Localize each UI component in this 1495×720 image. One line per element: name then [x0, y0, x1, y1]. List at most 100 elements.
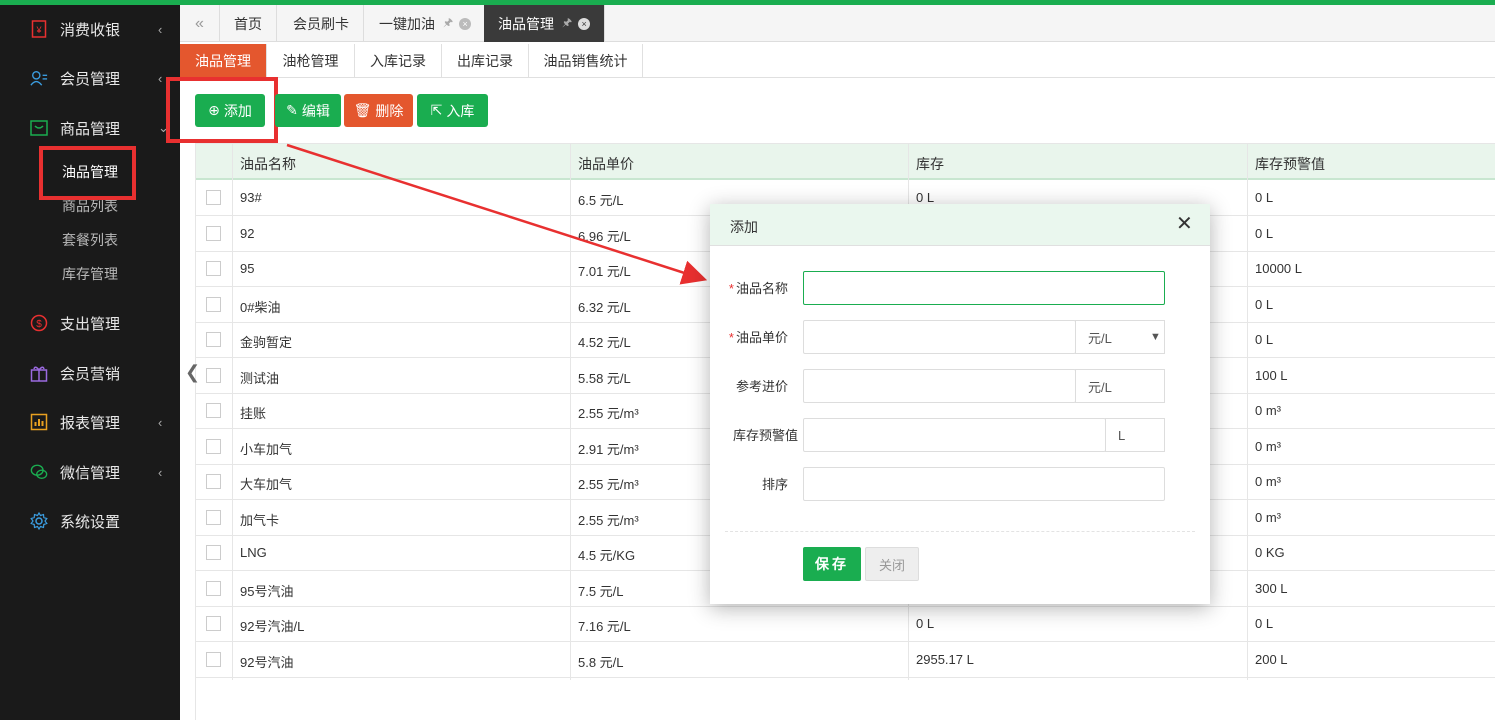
stock-warning-unit: L — [1105, 418, 1165, 452]
sidebar-item-members[interactable]: 会员管理 ‹ — [0, 58, 180, 98]
table-cell-name: 测试油 — [240, 370, 280, 386]
oil-name-input[interactable] — [803, 271, 1165, 305]
sidebar-item-label: 支出管理 — [60, 315, 121, 333]
sidebar-subitem-package-list[interactable]: 套餐列表 — [62, 230, 118, 250]
row-checkbox[interactable] — [206, 438, 221, 454]
table-row[interactable]: 92号汽油 5.8 元/L 2955.17 L 200 L — [196, 642, 1495, 678]
row-checkbox[interactable] — [206, 225, 221, 241]
subtab-nozzle-management[interactable]: 油枪管理 — [267, 44, 355, 78]
gift-icon — [30, 364, 48, 382]
reference-cost-input[interactable] — [803, 369, 1076, 403]
row-checkbox[interactable] — [206, 332, 221, 347]
close-icon[interactable]: ✕ — [1176, 214, 1193, 234]
table-cell-name: 95号汽油 — [240, 583, 294, 599]
sidebar-item-marketing[interactable]: 会员营销 — [0, 353, 180, 393]
stock-warning-input[interactable] — [803, 418, 1106, 452]
row-checkbox[interactable] — [206, 616, 221, 631]
tabs-scroll-back-icon[interactable]: « — [180, 5, 220, 42]
column-header[interactable]: 库存 — [916, 154, 944, 174]
stock-in-button[interactable]: ⇱ 入库 — [417, 94, 488, 127]
table-cell-stock: 0 L — [916, 616, 935, 631]
collapse-sidebar-icon[interactable]: ❮ — [185, 362, 200, 383]
subtab-sales-stats[interactable]: 油品销售统计 — [529, 44, 643, 78]
table-cell-price: 4.52 元/L — [578, 335, 631, 350]
subtab-bar: 油品管理 油枪管理 入库记录 出库记录 油品销售统计 — [180, 44, 1495, 78]
row-checkbox[interactable] — [206, 367, 221, 383]
column-header[interactable]: 油品单价 — [578, 154, 634, 174]
trash-icon: 🗑 — [353, 102, 372, 118]
row-checkbox[interactable] — [206, 474, 221, 489]
sort-input[interactable] — [803, 467, 1165, 501]
sidebar-item-wechat[interactable]: 微信管理 ‹ — [0, 452, 180, 492]
cashier-icon: ¥ — [30, 20, 48, 38]
dialog-header: 添加 ✕ — [710, 204, 1210, 246]
table-cell-price: 7.5 元/L — [578, 583, 624, 599]
table-cell-price: 4.5 元/KG — [578, 548, 636, 563]
goods-icon — [30, 119, 48, 137]
tab-oil-management[interactable]: 油品管理 🖈 × — [484, 5, 606, 42]
oil-price-input[interactable] — [803, 320, 1076, 354]
sidebar-item-goods[interactable]: 商品管理 ⌄ — [0, 108, 180, 148]
row-checkbox[interactable] — [206, 651, 221, 667]
table-cell-name: 92号汽油 — [240, 654, 294, 670]
tab-home[interactable]: 首页 — [220, 5, 277, 42]
sidebar-item-expense[interactable]: $ 支出管理 — [0, 303, 180, 343]
tab-member-card[interactable]: 会员刷卡 — [279, 5, 364, 42]
table-cell-name: 92 — [240, 225, 255, 241]
table-cell-warn: 0 KG — [1255, 545, 1285, 560]
table-cell-price: 6.32 元/L — [578, 299, 631, 315]
subtab-oil-management[interactable]: 油品管理 — [180, 44, 267, 78]
sidebar-subitem-inventory[interactable]: 库存管理 — [62, 264, 118, 284]
chevron-left-icon: ‹ — [158, 21, 163, 37]
sidebar-item-reports[interactable]: 报表管理 ‹ — [0, 402, 180, 442]
close-button[interactable]: 关闭 — [865, 547, 919, 581]
row-checkbox[interactable] — [206, 296, 221, 312]
chevron-left-icon: ‹ — [158, 414, 163, 430]
pin-icon[interactable]: 🖈 — [562, 14, 572, 33]
table-cell-name: 小车加气 — [240, 441, 293, 457]
table-cell-warn: 0 L — [1255, 616, 1274, 631]
price-unit-select[interactable]: 元/L ▼ — [1075, 320, 1165, 354]
close-icon[interactable]: × — [459, 17, 472, 30]
table-cell-name: 大车加气 — [240, 477, 293, 492]
column-header[interactable]: 库存预警值 — [1255, 154, 1325, 174]
row-checkbox[interactable] — [206, 545, 221, 560]
row-checkbox[interactable] — [206, 190, 221, 205]
row-checkbox[interactable] — [206, 509, 221, 525]
edit-button[interactable]: ✎ 编辑 — [275, 94, 341, 127]
column-divider — [232, 144, 233, 680]
table-cell-name: 挂账 — [240, 406, 267, 421]
table-cell-warn: 0 m³ — [1255, 509, 1281, 525]
table-cell-name: 加气卡 — [240, 512, 280, 528]
table-cell-name: 92号汽油/L — [240, 619, 305, 634]
pin-icon[interactable]: 🖈 — [443, 14, 453, 33]
sidebar-item-settings[interactable]: 系统设置 — [0, 501, 180, 541]
close-icon[interactable]: × — [578, 17, 591, 30]
column-header[interactable]: 油品名称 — [240, 154, 296, 174]
subtab-stock-out-records[interactable]: 出库记录 — [442, 44, 529, 78]
tab-quick-refuel[interactable]: 一键加油 🖈 × — [365, 5, 487, 42]
table-cell-price: 5.58 元/L — [578, 370, 631, 386]
table-cell-name: 93# — [240, 190, 262, 205]
table-cell-price: 2.55 元/m³ — [578, 512, 639, 528]
table-cell-stock: 2955.17 L — [916, 651, 974, 667]
settings-icon — [30, 512, 48, 530]
row-checkbox[interactable] — [206, 403, 221, 418]
delete-button[interactable]: 🗑 删除 — [344, 94, 413, 127]
sidebar-item-label: 会员管理 — [60, 70, 121, 88]
table-cell-warn: 0 L — [1255, 190, 1274, 205]
save-button[interactable]: 保存 — [803, 547, 861, 581]
members-icon — [30, 69, 48, 87]
svg-text:¥: ¥ — [35, 25, 42, 35]
row-checkbox[interactable] — [206, 580, 221, 596]
table-cell-name: 95 — [240, 261, 255, 276]
stock-warning-label: 库存预警值 — [732, 428, 798, 443]
sidebar-item-cashier[interactable]: ¥ 消费收银 ‹ — [0, 9, 180, 49]
chevron-left-icon: ‹ — [158, 464, 163, 480]
sort-label: 排序 — [761, 477, 788, 492]
subtab-stock-in-records[interactable]: 入库记录 — [355, 44, 442, 78]
highlight-box — [166, 77, 278, 143]
sidebar: ¥ 消费收银 ‹ 会员管理 ‹ 商品管理 ⌄ 油品管理 商品列表 套餐列表 库存… — [0, 5, 180, 720]
table-row[interactable]: 92号汽油/L 7.16 元/L 0 L 0 L — [196, 606, 1495, 642]
row-checkbox[interactable] — [206, 261, 221, 276]
